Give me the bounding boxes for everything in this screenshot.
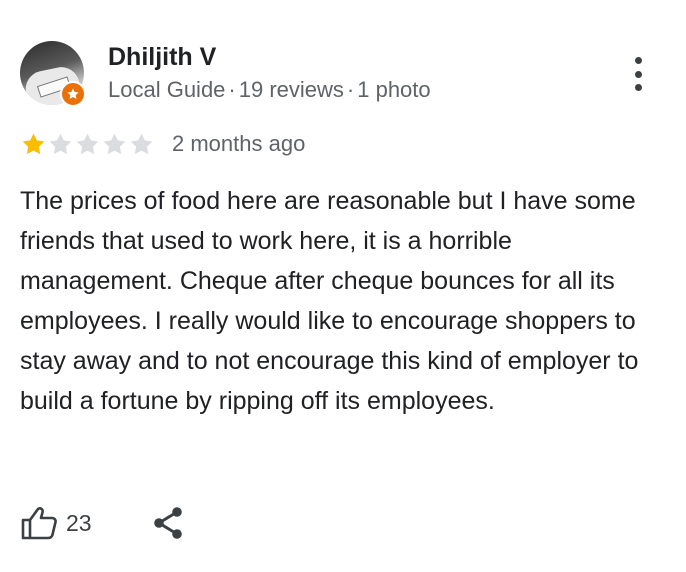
- share-icon: [154, 507, 182, 539]
- review-date: 2 months ago: [172, 131, 306, 156]
- share-button[interactable]: [150, 505, 186, 541]
- like-count: 23: [66, 509, 92, 536]
- local-guide-label: Local Guide: [108, 77, 226, 102]
- meta-separator: ·: [346, 77, 355, 102]
- reviews-count: 19 reviews: [238, 77, 344, 102]
- star-empty-icon: [103, 133, 126, 154]
- star-empty-icon: [76, 133, 99, 154]
- review-card: Dhiljith V Local Guide · 19 reviews · 1 phot…: [0, 0, 686, 572]
- photos-count: 1 photo: [357, 77, 431, 102]
- star-empty-icon: [130, 133, 153, 154]
- local-guide-badge-icon: [60, 81, 86, 107]
- star-empty-icon: [49, 133, 72, 154]
- reviewer-name[interactable]: Dhiljith V: [108, 42, 216, 72]
- reviewer-meta: Local Guide · 19 reviews · 1 photo: [108, 75, 431, 105]
- review-text: The prices of food here are reasonable b…: [20, 187, 639, 415]
- star-filled-icon: [22, 133, 45, 154]
- meta-separator: ·: [228, 77, 236, 102]
- like-button[interactable]: 23: [20, 503, 92, 543]
- more-vertical-icon: [634, 57, 642, 64]
- star-rating: [20, 130, 155, 158]
- more-options-button[interactable]: [624, 54, 652, 94]
- thumbs-up-icon: [21, 507, 57, 540]
